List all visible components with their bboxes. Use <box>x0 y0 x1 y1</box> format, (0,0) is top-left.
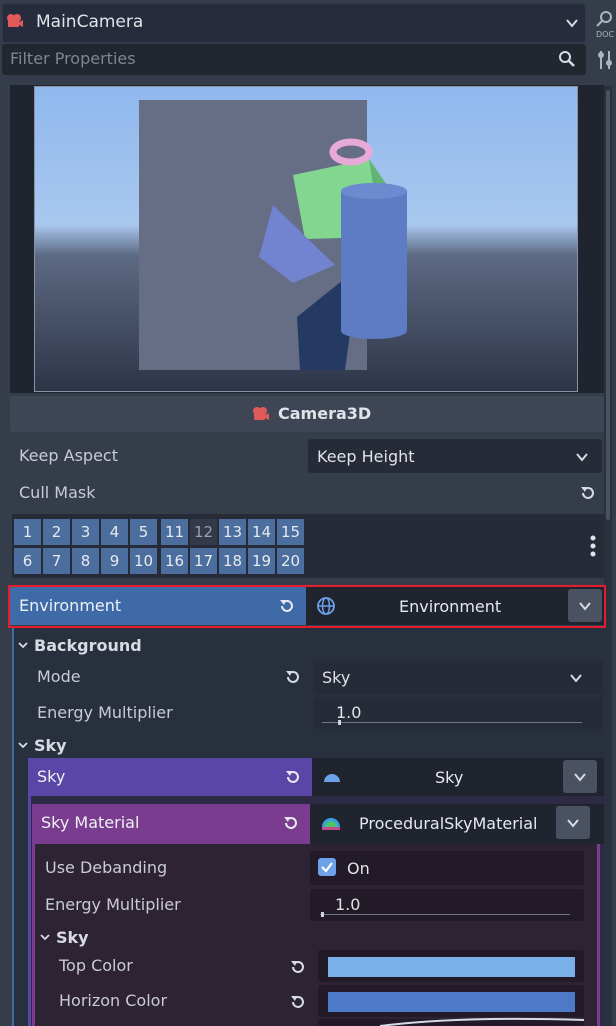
layer-cell[interactable]: 12 <box>190 519 217 545</box>
material-energy-label: Energy Multiplier <box>45 895 181 914</box>
layer-cell[interactable]: 4 <box>101 519 128 545</box>
sky-material-label: Sky Material <box>41 813 140 832</box>
layer-cell[interactable]: 6 <box>14 548 41 574</box>
material-sky-section[interactable]: Sky <box>56 928 89 947</box>
chevron-down-icon <box>574 773 586 782</box>
class-name: Camera3D <box>278 404 372 423</box>
layer-cell[interactable]: 7 <box>43 548 70 574</box>
chevron-down-icon[interactable] <box>18 740 28 750</box>
scrollbar-thumb[interactable] <box>606 90 610 520</box>
layer-cell[interactable]: 14 <box>248 519 275 545</box>
layer-cell[interactable]: 1 <box>14 519 41 545</box>
doc-icon[interactable]: DOC <box>592 10 616 38</box>
preview-scene <box>35 87 577 391</box>
layer-cell[interactable]: 19 <box>248 548 275 574</box>
kebab-menu-icon[interactable] <box>589 535 597 557</box>
sky-property[interactable] <box>28 758 312 796</box>
layer-cell[interactable]: 20 <box>277 548 304 574</box>
slider-grabber[interactable] <box>321 912 324 917</box>
keep-aspect-label: Keep Aspect <box>19 446 118 465</box>
mode-dropdown[interactable] <box>313 660 603 694</box>
reset-icon[interactable] <box>289 993 307 1011</box>
tools-icon[interactable] <box>596 49 614 71</box>
use-debanding-label: Use Debanding <box>45 858 168 877</box>
slider-grabber[interactable] <box>338 720 341 725</box>
chevron-down-icon[interactable] <box>565 16 579 30</box>
sky-material-icon <box>322 818 340 830</box>
reset-icon[interactable] <box>579 484 597 502</box>
node-name: MainCamera <box>36 12 144 32</box>
chevron-down-icon <box>567 819 579 828</box>
reset-icon[interactable] <box>282 814 300 832</box>
svg-text:DOC: DOC <box>596 30 614 38</box>
energy-multiplier-label: Energy Multiplier <box>37 703 173 722</box>
filter-placeholder: Filter Properties <box>10 49 136 68</box>
layer-cell[interactable]: 11 <box>161 519 188 545</box>
group-guide <box>12 628 14 1026</box>
use-debanding-value: On <box>347 859 370 878</box>
sky-value: Sky <box>435 768 464 787</box>
layer-cell[interactable]: 16 <box>161 548 188 574</box>
top-color-swatch[interactable] <box>328 957 575 977</box>
reset-icon[interactable] <box>284 668 302 686</box>
reset-icon[interactable] <box>284 768 302 786</box>
slider-track <box>322 722 582 723</box>
camera-icon <box>7 14 23 27</box>
curve-line <box>380 1017 584 1026</box>
layer-cell[interactable]: 17 <box>190 548 217 574</box>
mode-value: Sky <box>322 668 351 687</box>
material-energy-value: 1.0 <box>335 895 361 914</box>
sky-material-value: ProceduralSkyMaterial <box>359 814 538 833</box>
sky-icon <box>324 774 340 782</box>
keep-aspect-value: Keep Height <box>317 447 415 466</box>
sky-section[interactable]: Sky <box>34 736 67 755</box>
layer-cell[interactable]: 15 <box>277 519 304 545</box>
horizon-color-label: Horizon Color <box>59 991 168 1010</box>
mode-label: Mode <box>37 667 81 686</box>
layer-cell[interactable]: 9 <box>101 548 128 574</box>
highlight-box <box>8 585 606 628</box>
chevron-down-icon <box>576 453 588 462</box>
layer-cell[interactable]: 2 <box>43 519 70 545</box>
slider-track <box>320 914 570 915</box>
camera-preview <box>34 86 578 392</box>
chevron-down-icon[interactable] <box>40 932 50 942</box>
layer-cell[interactable]: 18 <box>219 548 246 574</box>
camera-icon <box>253 407 269 420</box>
cull-mask-label: Cull Mask <box>19 483 96 502</box>
layer-cell[interactable]: 8 <box>72 548 99 574</box>
top-color-label: Top Color <box>59 956 133 975</box>
layer-cell[interactable]: 5 <box>130 519 157 545</box>
reset-icon[interactable] <box>289 958 307 976</box>
background-section[interactable]: Background <box>34 636 142 655</box>
layer-cell[interactable]: 10 <box>130 548 157 574</box>
chevron-down-icon <box>570 674 582 683</box>
search-icon <box>559 51 575 67</box>
horizon-color-swatch[interactable] <box>328 992 575 1012</box>
layer-grid: 1 2 3 4 5 11 12 13 14 15 6 7 8 9 10 16 1… <box>14 519 314 577</box>
chevron-down-icon[interactable] <box>18 640 28 650</box>
checkbox-icon[interactable] <box>318 858 336 876</box>
layer-cell[interactable]: 3 <box>72 519 99 545</box>
sky-label: Sky <box>37 767 66 786</box>
layer-cell[interactable]: 13 <box>219 519 246 545</box>
